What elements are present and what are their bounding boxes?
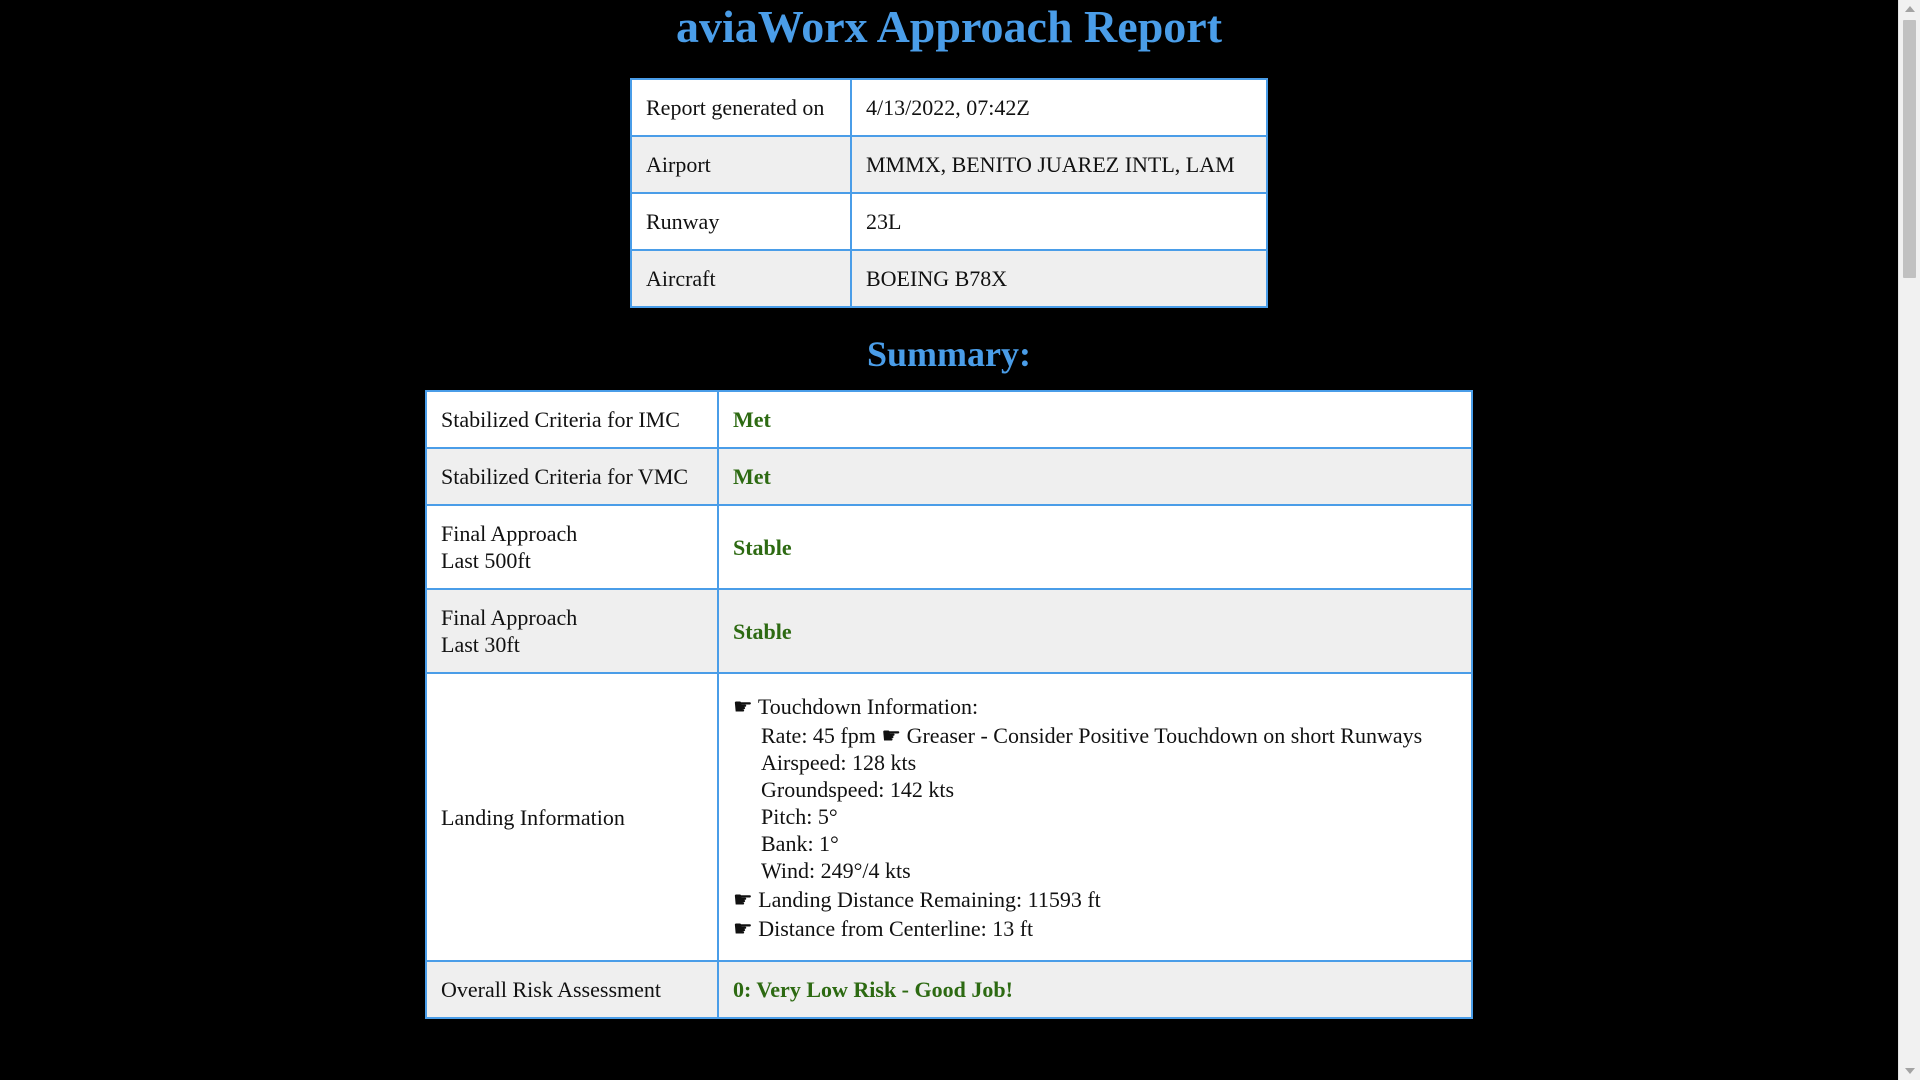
scroll-up-arrow-icon[interactable] [1899,0,1920,18]
touchdown-header: ☛ Touchdown Information: [733,693,979,719]
touchdown-wind: Wind: 249°/4 kts [761,857,911,883]
touchdown-groundspeed: Groundspeed: 142 kts [761,776,955,802]
centerline-distance: ☛ Distance from Centerline: 13 ft [733,915,1034,941]
summary-label: Final Approach Last 30ft [425,588,719,674]
summary-row-imc: Stabilized Criteria for IMC Met [425,390,1473,449]
summary-label: Stabilized Criteria for VMC [425,447,719,506]
summary-label-line: Last 30ft [441,632,520,657]
browser-viewport: aviaWorx Approach Report Report generate… [0,0,1920,1080]
summary-row-landing: Landing Information ☛ Touchdown Informat… [425,672,1473,962]
info-row-aircraft: Aircraft BOEING B78X [630,249,1268,308]
summary-status: Met [717,390,1473,449]
risk-assessment-value: 0: Very Low Risk - Good Job! [717,960,1473,1019]
summary-table: Stabilized Criteria for IMC Met Stabiliz… [425,390,1473,1019]
summary-row-vmc: Stabilized Criteria for VMC Met [425,447,1473,506]
summary-status: Met [717,447,1473,506]
summary-row-risk: Overall Risk Assessment 0: Very Low Risk… [425,960,1473,1019]
summary-status: Stable [717,504,1473,590]
scroll-down-arrow-icon[interactable] [1899,1062,1920,1080]
touchdown-pitch: Pitch: 5° [761,803,838,829]
scrollbar-thumb[interactable] [1903,20,1916,278]
touchdown-airspeed: Airspeed: 128 kts [761,749,917,775]
info-value: 23L [850,192,1268,251]
summary-label-line: Final Approach [441,521,578,546]
summary-status: Stable [717,588,1473,674]
summary-label-line: Last 500ft [441,548,531,573]
summary-label: Stabilized Criteria for IMC [425,390,719,449]
touchdown-bank: Bank: 1° [761,830,839,856]
info-label: Runway [630,192,852,251]
page-title: aviaWorx Approach Report [675,1,1223,52]
summary-row-final-30: Final Approach Last 30ft Stable [425,588,1473,674]
summary-title: Summary: [867,334,1031,374]
summary-label-line: Final Approach [441,605,578,630]
info-row-generated: Report generated on 4/13/2022, 07:42Z [630,78,1268,137]
info-value: MMMX, BENITO JUAREZ INTL, LAM [850,135,1268,194]
vertical-scrollbar[interactable] [1898,0,1920,1080]
touchdown-details: Rate: 45 fpm ☛ Greaser - Consider Positi… [733,722,1457,884]
report-page: aviaWorx Approach Report Report generate… [0,0,1898,1080]
summary-row-final-500: Final Approach Last 500ft Stable [425,504,1473,590]
report-info-table: Report generated on 4/13/2022, 07:42Z Ai… [630,78,1268,308]
info-row-airport: Airport MMMX, BENITO JUAREZ INTL, LAM [630,135,1268,194]
summary-label: Landing Information [425,672,719,962]
summary-label: Overall Risk Assessment [425,960,719,1019]
info-row-runway: Runway 23L [630,192,1268,251]
touchdown-rate: Rate: 45 fpm ☛ Greaser - Consider Positi… [761,722,1423,748]
info-value: 4/13/2022, 07:42Z [850,78,1268,137]
info-value: BOEING B78X [850,249,1268,308]
landing-details: ☛ Touchdown Information: Rate: 45 fpm ☛ … [717,672,1473,962]
info-label: Airport [630,135,852,194]
landing-distance-remaining: ☛ Landing Distance Remaining: 11593 ft [733,886,1101,912]
info-label: Aircraft [630,249,852,308]
summary-label: Final Approach Last 500ft [425,504,719,590]
info-label: Report generated on [630,78,852,137]
